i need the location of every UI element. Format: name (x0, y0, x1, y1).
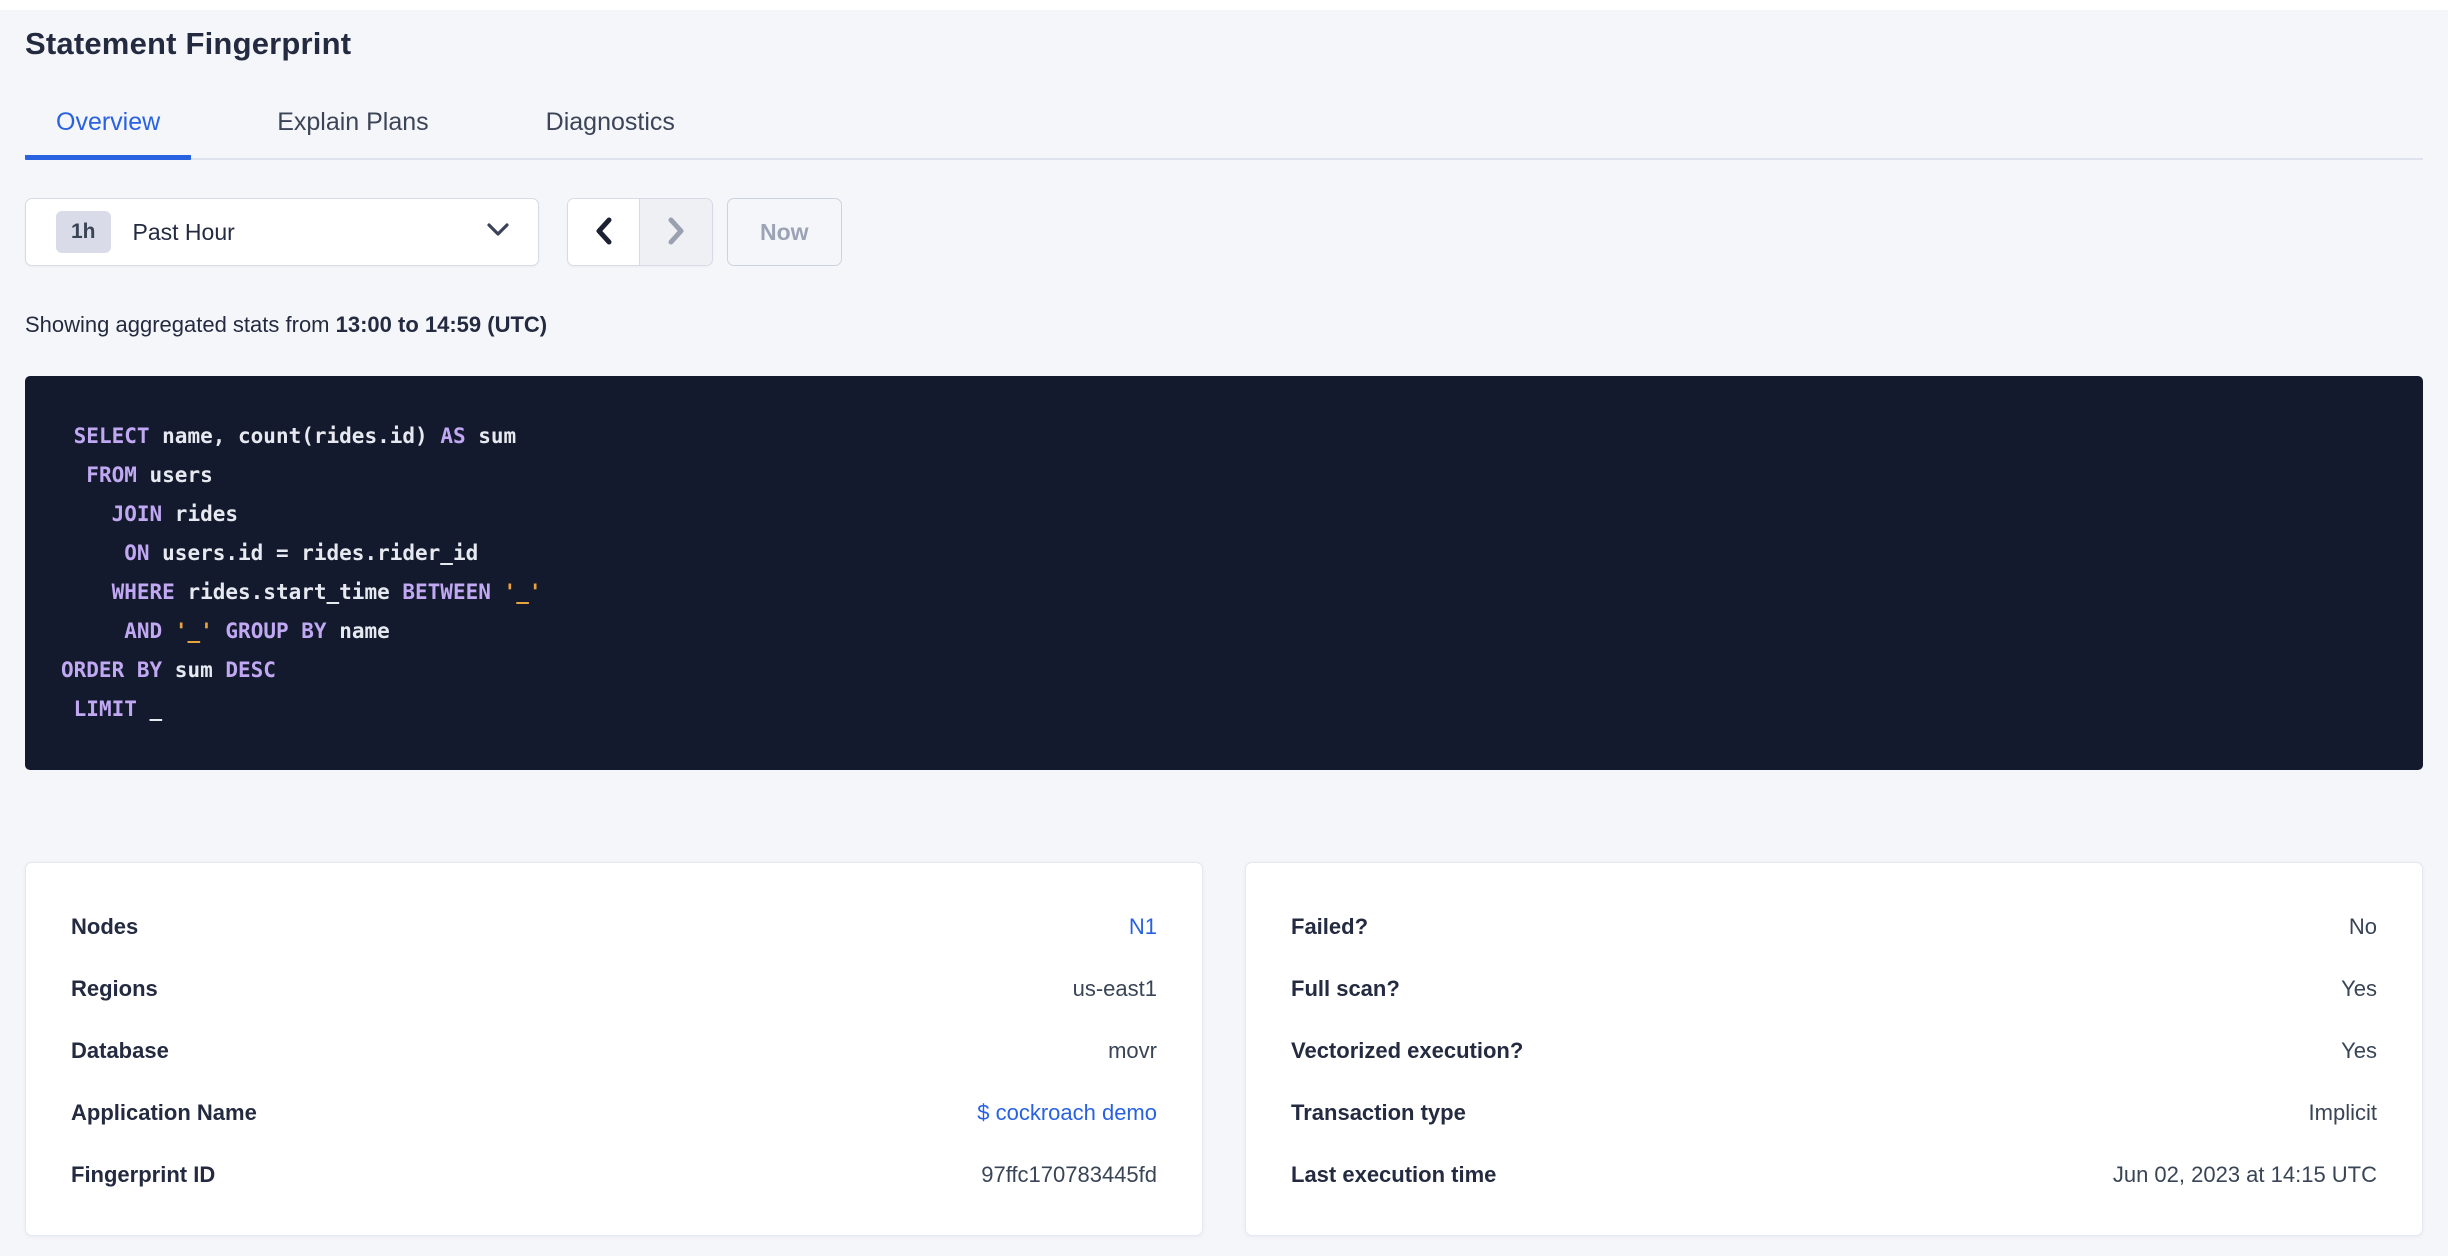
detail-value: Implicit (2308, 1100, 2377, 1125)
top-edge (0, 0, 2448, 10)
tab-diagnostics[interactable]: Diagnostics (515, 108, 706, 160)
detail-value: Jun 02, 2023 at 14:15 UTC (2112, 1162, 2377, 1187)
detail-row-last-execution-time: Last execution time Jun 02, 2023 at 14:15… (1291, 1161, 2377, 1189)
detail-value: Yes (2341, 1038, 2377, 1063)
sql-line: FROM users (86, 463, 213, 487)
sql-line: ORDER BY sum DESC (61, 658, 276, 682)
detail-value-link[interactable]: N1 (1129, 913, 1157, 941)
detail-label: Failed? (1291, 914, 1369, 939)
aggregation-summary: Showing aggregated stats from 13:00 to 1… (25, 312, 2423, 338)
detail-row-failed: Failed? No (1291, 913, 2377, 941)
sql-statement-box: SELECT name, count(rides.id) AS sum FROM… (25, 376, 2423, 770)
detail-value: movr (1108, 1038, 1157, 1063)
detail-value: Yes (2341, 976, 2377, 1001)
detail-label: Vectorized execution? (1291, 1038, 1524, 1063)
prev-interval-button[interactable] (568, 199, 640, 265)
tab-explain-plans[interactable]: Explain Plans (246, 108, 459, 160)
detail-cards: Nodes N1 Regions us-east1 Database movr Applic… (25, 862, 2423, 1236)
detail-label: Application Name (71, 1100, 257, 1125)
detail-row-regions: Regions us-east1 (71, 975, 1157, 1003)
detail-row-vectorized-execution: Vectorized execution? Yes (1291, 1037, 2377, 1065)
aggregation-summary-range: 13:00 to 14:59 (UTC) (335, 312, 548, 337)
chevron-right-icon (665, 216, 687, 249)
detail-label: Regions (71, 976, 158, 1001)
detail-label: Full scan? (1291, 976, 1400, 1001)
statement-details-card-right: Failed? No Full scan? Yes Vectorized executi… (1245, 862, 2423, 1236)
detail-row-fingerprint-id: Fingerprint ID 97ffc170783445fd (71, 1161, 1157, 1189)
tab-bar: Overview Explain Plans Diagnostics (25, 108, 2423, 160)
statement-details-card-left: Nodes N1 Regions us-east1 Database movr Applic… (25, 862, 1203, 1236)
sql-line: LIMIT _ (73, 697, 163, 721)
sql-line: WHERE rides.start_time BETWEEN '_' (111, 580, 542, 604)
statement-fingerprint-page: Statement Fingerprint Overview Explain Pl… (0, 26, 2448, 1236)
detail-label: Last execution time (1291, 1162, 1497, 1187)
time-range-badge: 1h (56, 211, 111, 253)
sql-line: ON users.id = rides.rider_id (124, 541, 479, 565)
time-range-label: Past Hour (132, 218, 235, 245)
aggregation-summary-prefix: Showing aggregated stats from (25, 312, 336, 337)
detail-row-application-name: Application Name $ cockroach demo (71, 1099, 1157, 1127)
detail-value: No (2348, 914, 2377, 939)
tab-overview[interactable]: Overview (25, 108, 192, 160)
time-range-select[interactable]: 1h Past Hour (25, 198, 539, 266)
sql-line: AND '_' GROUP BY name (124, 619, 390, 643)
detail-value: us-east1 (1072, 976, 1157, 1001)
interval-nav-group (567, 198, 713, 266)
time-toolbar: 1h Past Hour Now (25, 198, 2423, 266)
sql-line: SELECT name, count(rides.id) AS sum (73, 424, 517, 448)
next-interval-button[interactable] (640, 199, 712, 265)
detail-label: Database (71, 1038, 169, 1063)
now-button[interactable]: Now (727, 198, 842, 266)
page-title: Statement Fingerprint (25, 26, 352, 61)
detail-label: Nodes (71, 914, 139, 939)
detail-value: 97ffc170783445fd (981, 1162, 1157, 1187)
detail-row-database: Database movr (71, 1037, 1157, 1065)
detail-row-nodes: Nodes N1 (71, 913, 1157, 941)
chevron-down-icon (486, 222, 510, 242)
sql-line: JOIN rides (111, 502, 239, 526)
chevron-left-icon (593, 216, 615, 249)
detail-label: Fingerprint ID (71, 1162, 216, 1187)
detail-label: Transaction type (1291, 1100, 1466, 1125)
detail-row-full-scan: Full scan? Yes (1291, 975, 2377, 1003)
detail-value-link[interactable]: $ cockroach demo (977, 1099, 1157, 1127)
detail-row-transaction-type: Transaction type Implicit (1291, 1099, 2377, 1127)
